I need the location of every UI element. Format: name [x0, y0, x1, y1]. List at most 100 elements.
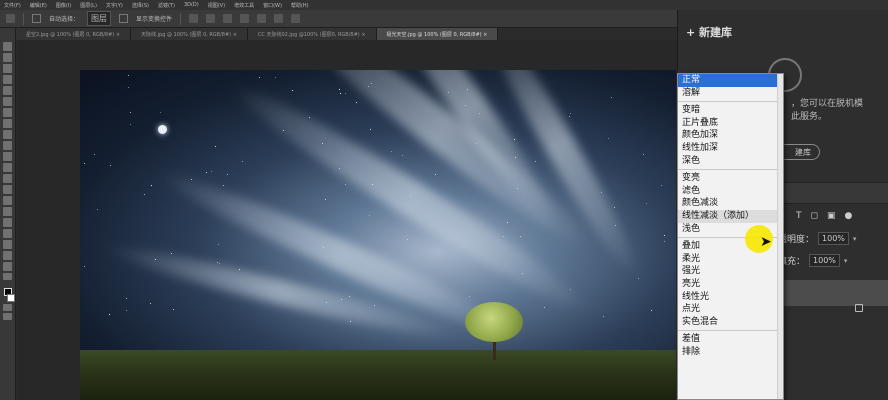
smart-object-filter-icon[interactable]: ▣	[827, 211, 836, 221]
distribute-icon[interactable]	[291, 14, 301, 23]
star	[643, 154, 644, 155]
star	[476, 143, 477, 144]
transform-controls-checkbox[interactable]	[119, 14, 129, 23]
menu-item[interactable]: 选择(S)	[132, 2, 149, 9]
eraser-tool-icon[interactable]	[3, 163, 12, 172]
document-tab[interactable]: 星空2.jpg @ 100% (图层 0, RGB/8#) ×	[16, 28, 132, 40]
marquee-tool-icon[interactable]	[3, 53, 12, 62]
pen-tool-icon[interactable]	[3, 207, 12, 216]
dodge-tool-icon[interactable]	[3, 196, 12, 205]
menu-item[interactable]: 窗口(W)	[263, 2, 282, 9]
align-right-icon[interactable]	[223, 14, 233, 23]
document-tab[interactable]: CC 天际线02.jpg @100% (图层0, RGB/8#) ×	[247, 28, 377, 40]
align-left-icon[interactable]	[189, 14, 199, 23]
star	[608, 138, 609, 139]
history-brush-tool-icon[interactable]	[3, 152, 12, 161]
star	[275, 77, 276, 78]
menu-item[interactable]: 视图(V)	[208, 2, 225, 9]
blend-mode-option[interactable]: 颜色减淡	[678, 197, 783, 210]
blend-mode-option[interactable]: 线性光	[678, 291, 783, 304]
align-center-icon[interactable]	[206, 14, 216, 23]
eyedropper-tool-icon[interactable]	[3, 108, 12, 117]
star	[507, 222, 508, 223]
opacity-control: 透明度： 100% ▾	[778, 232, 856, 245]
menu-item[interactable]: 增效工具	[234, 2, 254, 9]
star	[371, 83, 372, 84]
blend-mode-option[interactable]: 点光	[678, 303, 783, 316]
type-tool-icon[interactable]	[3, 218, 12, 227]
align-middle-icon[interactable]	[257, 14, 267, 23]
type-filter-icon[interactable]: T	[796, 211, 802, 221]
screen-mode-icon[interactable]	[3, 313, 12, 320]
blend-mode-option[interactable]: 变暗	[678, 104, 783, 117]
background-color-swatch[interactable]	[6, 294, 15, 302]
blur-tool-icon[interactable]	[3, 185, 12, 194]
blend-mode-option[interactable]: 滤色	[678, 185, 783, 198]
menu-item[interactable]: 滤镜(T)	[158, 2, 175, 9]
zoom-tool-icon[interactable]	[3, 262, 12, 271]
blend-mode-option[interactable]: 线性减淡（添加）	[678, 209, 783, 223]
move-tool-icon[interactable]	[3, 42, 12, 51]
more-tools-icon[interactable]	[3, 273, 12, 280]
blend-mode-option[interactable]: 强光	[678, 265, 783, 278]
clone-stamp-tool-icon[interactable]	[3, 141, 12, 150]
healing-brush-tool-icon[interactable]	[3, 119, 12, 128]
frame-tool-icon[interactable]	[3, 97, 12, 106]
blend-mode-option[interactable]: 颜色加深	[678, 129, 783, 142]
menu-item[interactable]: 图层(L)	[80, 2, 97, 9]
menu-item[interactable]: 帮助(H)	[291, 2, 309, 9]
blend-mode-option[interactable]: 实色混合	[678, 316, 783, 329]
hand-tool-icon[interactable]	[3, 251, 12, 260]
align-bottom-icon[interactable]	[274, 14, 284, 23]
path-select-tool-icon[interactable]	[3, 229, 12, 238]
auto-select-checkbox[interactable]	[32, 14, 41, 23]
lock-icon[interactable]	[855, 304, 863, 312]
crop-tool-icon[interactable]	[3, 86, 12, 95]
menu-scrollbar[interactable]	[777, 74, 783, 399]
blend-mode-option[interactable]: 深色	[678, 155, 783, 168]
mouse-cursor-icon: ➤	[760, 234, 772, 250]
star	[326, 302, 327, 303]
blend-mode-option[interactable]: 正常	[678, 74, 783, 87]
chevron-down-icon[interactable]: ▾	[853, 235, 857, 243]
blend-mode-option[interactable]: 柔光	[678, 253, 783, 266]
menu-item[interactable]: 编辑(E)	[30, 2, 47, 9]
fill-control: 填充： 100% ▾	[778, 254, 847, 267]
brush-tool-icon[interactable]	[3, 130, 12, 139]
blend-mode-option[interactable]: 正片叠底	[678, 117, 783, 130]
menu-item[interactable]: 3D(D)	[184, 2, 199, 8]
new-library-heading[interactable]: + 新建库	[686, 24, 732, 40]
blend-mode-option[interactable]: 溶解	[678, 87, 783, 100]
chevron-down-icon[interactable]: ▾	[844, 257, 848, 265]
rectangle-tool-icon[interactable]	[3, 240, 12, 249]
blend-mode-option[interactable]: 差值	[678, 333, 783, 346]
layer-row[interactable]	[778, 280, 888, 306]
star	[126, 310, 127, 311]
blend-mode-option[interactable]: 亮光	[678, 278, 783, 291]
shape-filter-icon[interactable]: ◻	[811, 211, 818, 221]
blend-mode-option[interactable]: 线性加深	[678, 142, 783, 155]
opacity-input[interactable]: 100%	[818, 232, 849, 245]
star	[223, 185, 224, 186]
gradient-tool-icon[interactable]	[3, 174, 12, 183]
fill-input[interactable]: 100%	[809, 254, 840, 267]
document-tab[interactable]: 天际线.jpg @ 100% (图层 0, RGB/8#) ×	[131, 28, 248, 40]
auto-select-dropdown[interactable]: 图层	[87, 11, 112, 26]
quick-select-tool-icon[interactable]	[3, 75, 12, 84]
document-tab[interactable]: 极光天空.jpg @ 100% (图层 0, RGB/8#) ×	[376, 28, 499, 40]
lasso-tool-icon[interactable]	[3, 64, 12, 73]
blend-mode-option[interactable]: 变亮	[678, 172, 783, 185]
menu-item[interactable]: 图像(I)	[56, 2, 71, 9]
move-tool-icon[interactable]	[6, 14, 15, 23]
star	[356, 102, 357, 103]
quick-mask-icon[interactable]	[3, 304, 12, 311]
toggle-filter-icon[interactable]: ●	[845, 211, 853, 221]
align-top-icon[interactable]	[240, 14, 250, 23]
star	[638, 278, 639, 279]
layer-filter-icons: T ◻ ▣ ●	[796, 211, 852, 221]
star	[309, 117, 310, 118]
menu-item[interactable]: 文件(F)	[4, 2, 21, 9]
menu-item[interactable]: 文字(Y)	[106, 2, 123, 9]
blend-mode-option[interactable]: 排除	[678, 346, 783, 359]
document-image[interactable]	[80, 70, 676, 400]
